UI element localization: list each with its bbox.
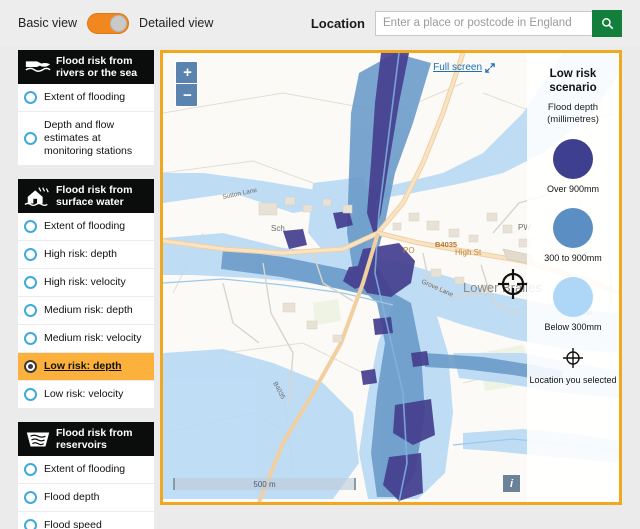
panel-title: Flood risk from surface water xyxy=(56,184,133,208)
legend-item-300-900: 300 to 900mm xyxy=(544,208,602,264)
option-label: Extent of flooding xyxy=(44,220,126,232)
panel-header-surface-water: Flood risk from surface water xyxy=(18,179,154,213)
panel-header-rivers-or-sea: Flood risk from rivers or the sea xyxy=(18,50,154,84)
zoom-out-button[interactable]: − xyxy=(176,84,197,106)
option-sw-low-depth[interactable]: Low risk: depth xyxy=(18,353,154,381)
panel-title: Flood risk from rivers or the sea xyxy=(56,55,138,79)
legend-swatch-icon xyxy=(552,139,593,179)
option-label: Extent of flooding xyxy=(44,463,126,475)
option-sw-medium-velocity[interactable]: Medium risk: velocity xyxy=(18,325,154,353)
svg-text:PO: PO xyxy=(403,246,415,255)
zoom-in-button[interactable]: + xyxy=(176,62,197,84)
detailed-view-label: Detailed view xyxy=(139,16,214,30)
house-rain-icon xyxy=(24,187,49,206)
option-rivers-depth-flow[interactable]: Depth and flow estimates at monitoring s… xyxy=(18,112,154,165)
radio-icon xyxy=(24,463,37,476)
radio-icon xyxy=(24,491,37,504)
map-scale-bar: 500 m xyxy=(173,478,356,490)
option-label: Extent of flooding xyxy=(44,91,126,103)
crosshair-icon xyxy=(563,348,583,368)
search-icon xyxy=(601,17,613,29)
flood-risk-map-page: Basic view Detailed view Location Enter … xyxy=(0,0,640,529)
option-sw-high-depth[interactable]: High risk: depth xyxy=(18,241,154,269)
panel-rivers-or-sea: Flood risk from rivers or the sea Extent… xyxy=(18,50,154,165)
view-mode-toggle[interactable] xyxy=(87,12,130,34)
wave-icon xyxy=(25,61,51,72)
option-label: Medium risk: depth xyxy=(44,304,133,316)
panel-reservoirs: Flood risk from reservoirs Extent of flo… xyxy=(18,422,154,529)
scale-label: 500 m xyxy=(253,479,276,489)
radio-icon xyxy=(24,248,37,261)
legend-item-below-300: Below 300mm xyxy=(544,277,602,333)
option-res-depth[interactable]: Flood depth xyxy=(18,484,154,512)
expand-arrows-icon xyxy=(485,62,495,73)
legend-subtitle: Flood depth (millimetres) xyxy=(547,102,599,125)
option-label: High risk: depth xyxy=(44,248,117,260)
radio-icon xyxy=(24,388,37,401)
layer-selector-sidebar: Flood risk from rivers or the sea Extent… xyxy=(18,50,154,529)
legend-swatch-icon xyxy=(552,208,593,248)
legend-item-selected-location: Location you selected xyxy=(529,346,617,386)
legend-item-over-900: Over 900mm xyxy=(547,139,599,195)
svg-text:Sch: Sch xyxy=(271,224,285,233)
panel-header-reservoirs: Flood risk from reservoirs xyxy=(18,422,154,456)
radio-icon xyxy=(24,360,37,373)
legend-swatch-label: Over 900mm xyxy=(546,184,599,194)
basic-view-label: Basic view xyxy=(18,16,78,30)
option-list: Extent of flooding Depth and flow estima… xyxy=(18,84,154,165)
location-crosshair-marker xyxy=(498,269,528,299)
map-legend-panel: Low risk scenario Flood depth (millimetr… xyxy=(527,53,619,502)
reservoir-dam-icon xyxy=(26,432,50,447)
legend-swatch-label: 300 to 900mm xyxy=(544,253,602,263)
option-list: Extent of flooding Flood depth Flood spe… xyxy=(18,456,154,529)
option-label: Depth and flow estimates at monitoring s… xyxy=(44,119,133,157)
option-label: Flood depth xyxy=(44,491,100,503)
option-label: Low risk: depth xyxy=(44,360,122,372)
view-mode-toggle-group: Basic view Detailed view xyxy=(18,12,214,34)
radio-icon xyxy=(24,220,37,233)
fullscreen-label: Full screen xyxy=(433,62,482,73)
map-container[interactable]: Lower Brailes Sch PW PO B4035 High St Gr… xyxy=(160,50,622,505)
radio-icon xyxy=(24,91,37,104)
radio-icon xyxy=(24,276,37,289)
map-info-button[interactable]: i xyxy=(503,475,520,492)
legend-swatch-label: Below 300mm xyxy=(544,322,602,332)
option-rivers-extent[interactable]: Extent of flooding xyxy=(18,84,154,112)
search-button[interactable] xyxy=(592,9,622,37)
option-sw-medium-depth[interactable]: Medium risk: depth xyxy=(18,297,154,325)
legend-title: Low risk scenario xyxy=(549,68,597,94)
radio-icon xyxy=(24,304,37,317)
option-label: Flood speed xyxy=(44,519,102,529)
legend-swatch-icon xyxy=(553,277,593,317)
svg-text:High St: High St xyxy=(455,248,482,257)
option-label: Low risk: velocity xyxy=(44,388,124,400)
fullscreen-link[interactable]: Full screen xyxy=(433,62,495,73)
panel-surface-water: Flood risk from surface water Extent of … xyxy=(18,179,154,408)
option-label: Medium risk: velocity xyxy=(44,332,142,344)
radio-icon xyxy=(24,519,37,529)
radio-icon xyxy=(24,132,37,145)
option-res-extent[interactable]: Extent of flooding xyxy=(18,456,154,484)
svg-text:B4035: B4035 xyxy=(435,240,457,249)
option-sw-low-velocity[interactable]: Low risk: velocity xyxy=(18,381,154,408)
location-search-group: Location xyxy=(310,9,622,37)
zoom-controls: + − xyxy=(175,61,198,107)
option-list: Extent of flooding High risk: depth High… xyxy=(18,213,154,408)
option-label: High risk: velocity xyxy=(44,276,126,288)
panel-title: Flood risk from reservoirs xyxy=(56,427,133,451)
toggle-knob xyxy=(110,14,128,32)
option-sw-high-velocity[interactable]: High risk: velocity xyxy=(18,269,154,297)
location-label: Location xyxy=(310,15,365,31)
radio-icon xyxy=(24,332,37,345)
search-input[interactable] xyxy=(375,10,593,36)
option-sw-extent[interactable]: Extent of flooding xyxy=(18,213,154,241)
top-toolbar: Basic view Detailed view Location xyxy=(0,0,640,46)
option-res-speed[interactable]: Flood speed xyxy=(18,512,154,529)
legend-marker-label: Location you selected xyxy=(529,375,617,385)
